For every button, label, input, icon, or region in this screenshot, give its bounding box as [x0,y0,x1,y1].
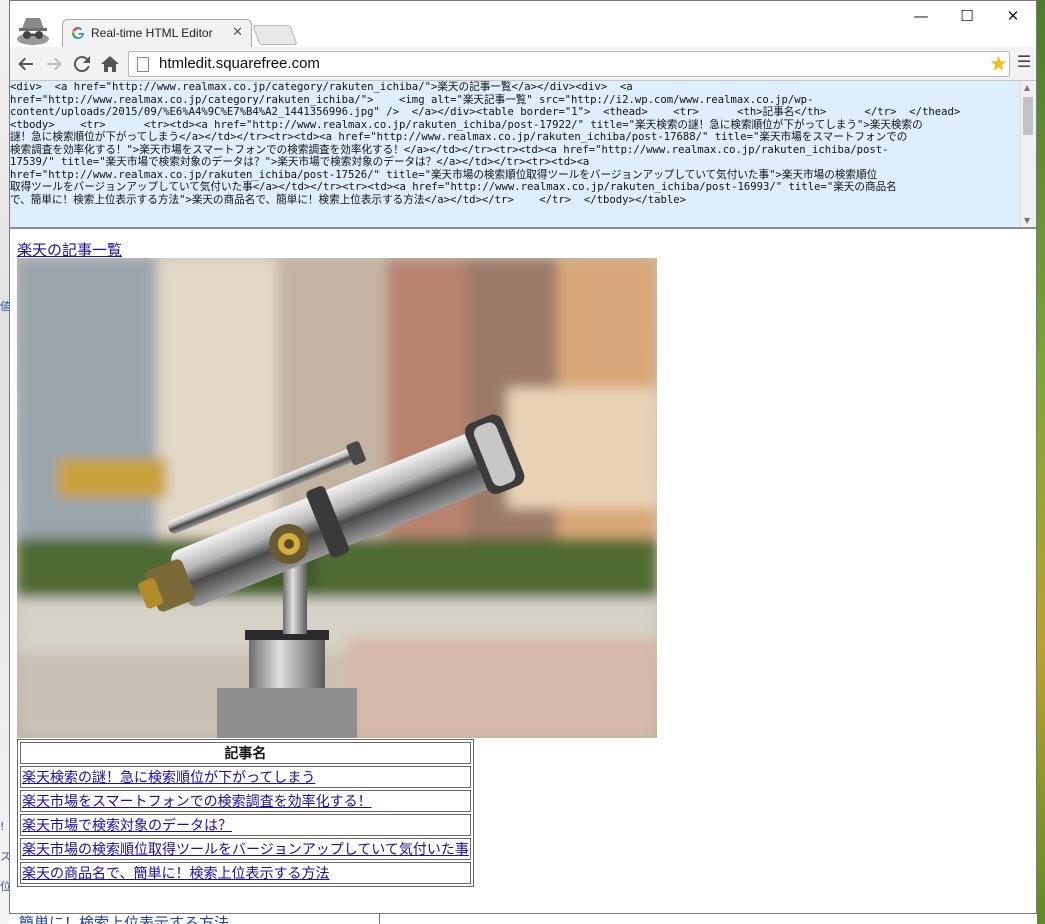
background-divider [379,914,380,924]
maximize-button[interactable]: ☐ [944,5,990,27]
page-icon [137,57,149,72]
background-window-strip: 簡単に！検索上位表示する方法 [9,914,1037,924]
incognito-icon [16,15,50,45]
desktop-fragment: ! [0,820,5,833]
browser-window: Real-time HTML Editor ✕ — ☐ ✕ htmledit.s… [9,0,1037,914]
tab-close-icon[interactable]: ✕ [232,25,243,40]
article-link[interactable]: 楽天検索の謎！急に検索順位が下がってしまう [22,770,315,786]
table-row: 楽天検索の謎！急に検索順位が下がってしまう [20,766,471,788]
address-bar[interactable]: htmledit.squarefree.com ★ [128,51,1010,77]
new-tab-button[interactable] [252,25,298,45]
reload-icon[interactable] [70,52,94,76]
articles-table: 記事名 楽天検索の謎！急に検索順位が下がってしまう 楽天市場をスマートフォンでの… [17,739,474,887]
home-icon[interactable] [98,52,122,76]
table-row: 楽天の商品名で、簡単に！検索上位表示する方法 [20,862,471,884]
menu-icon[interactable]: ☰ [1016,54,1032,70]
table-row: 楽天市場の検索順位取得ツールをバージョンアップしていて気付いた事 [20,838,471,860]
source-textarea[interactable]: <div> <a href="http://www.realmax.co.jp/… [10,81,1018,206]
article-link[interactable]: 楽天の商品名で、簡単に！検索上位表示する方法 [22,866,329,882]
bookmark-star-icon[interactable]: ★ [990,53,1007,75]
scroll-down-icon[interactable]: ▼ [1024,216,1030,225]
tab-html-editor[interactable]: Real-time HTML Editor ✕ [62,19,252,47]
table-row: 楽天市場をスマートフォンでの検索調査を効率化する！ [20,790,471,812]
forward-arrow-icon[interactable] [42,52,66,76]
desktop-right-edge [1037,0,1045,924]
background-link-fragment: 簡単に！検索上位表示する方法 [19,914,230,924]
telescope-image[interactable] [17,258,657,738]
scrollbar-thumb[interactable] [1023,97,1033,135]
editor-scrollbar[interactable]: ▲ ▼ [1020,81,1036,227]
url-text[interactable]: htmledit.squarefree.com [159,55,320,72]
table-row: 楽天市場で検索対象のデータは？ [20,814,471,836]
tab-title: Real-time HTML Editor [91,26,213,40]
google-g-icon [71,26,85,40]
table-header: 記事名 [20,742,471,764]
close-window-button[interactable]: ✕ [990,5,1036,27]
live-preview: 楽天の記事一覧 記事名 楽天検索の謎！急に検索順位が下がってしまう 楽天市場をス… [10,231,1036,913]
article-link[interactable]: 楽天市場で検索対象のデータは？ [22,818,232,834]
scroll-up-icon[interactable]: ▲ [1024,83,1030,92]
page-content: <div> <a href="http://www.realmax.co.jp/… [10,81,1036,913]
article-list-link[interactable]: 楽天の記事一覧 [17,239,122,260]
article-link[interactable]: 楽天市場の検索順位取得ツールをバージョンアップしていて気付いた事 [22,842,469,858]
minimize-button[interactable]: — [898,5,944,27]
back-arrow-icon[interactable] [14,52,38,76]
title-bar: Real-time HTML Editor ✕ — ☐ ✕ [10,1,1036,47]
article-link[interactable]: 楽天市場をスマートフォンでの検索調査を効率化する！ [22,794,372,810]
html-source-editor[interactable]: <div> <a href="http://www.realmax.co.jp/… [10,81,1036,229]
browser-toolbar: htmledit.squarefree.com ★ ☰ [10,47,1036,81]
